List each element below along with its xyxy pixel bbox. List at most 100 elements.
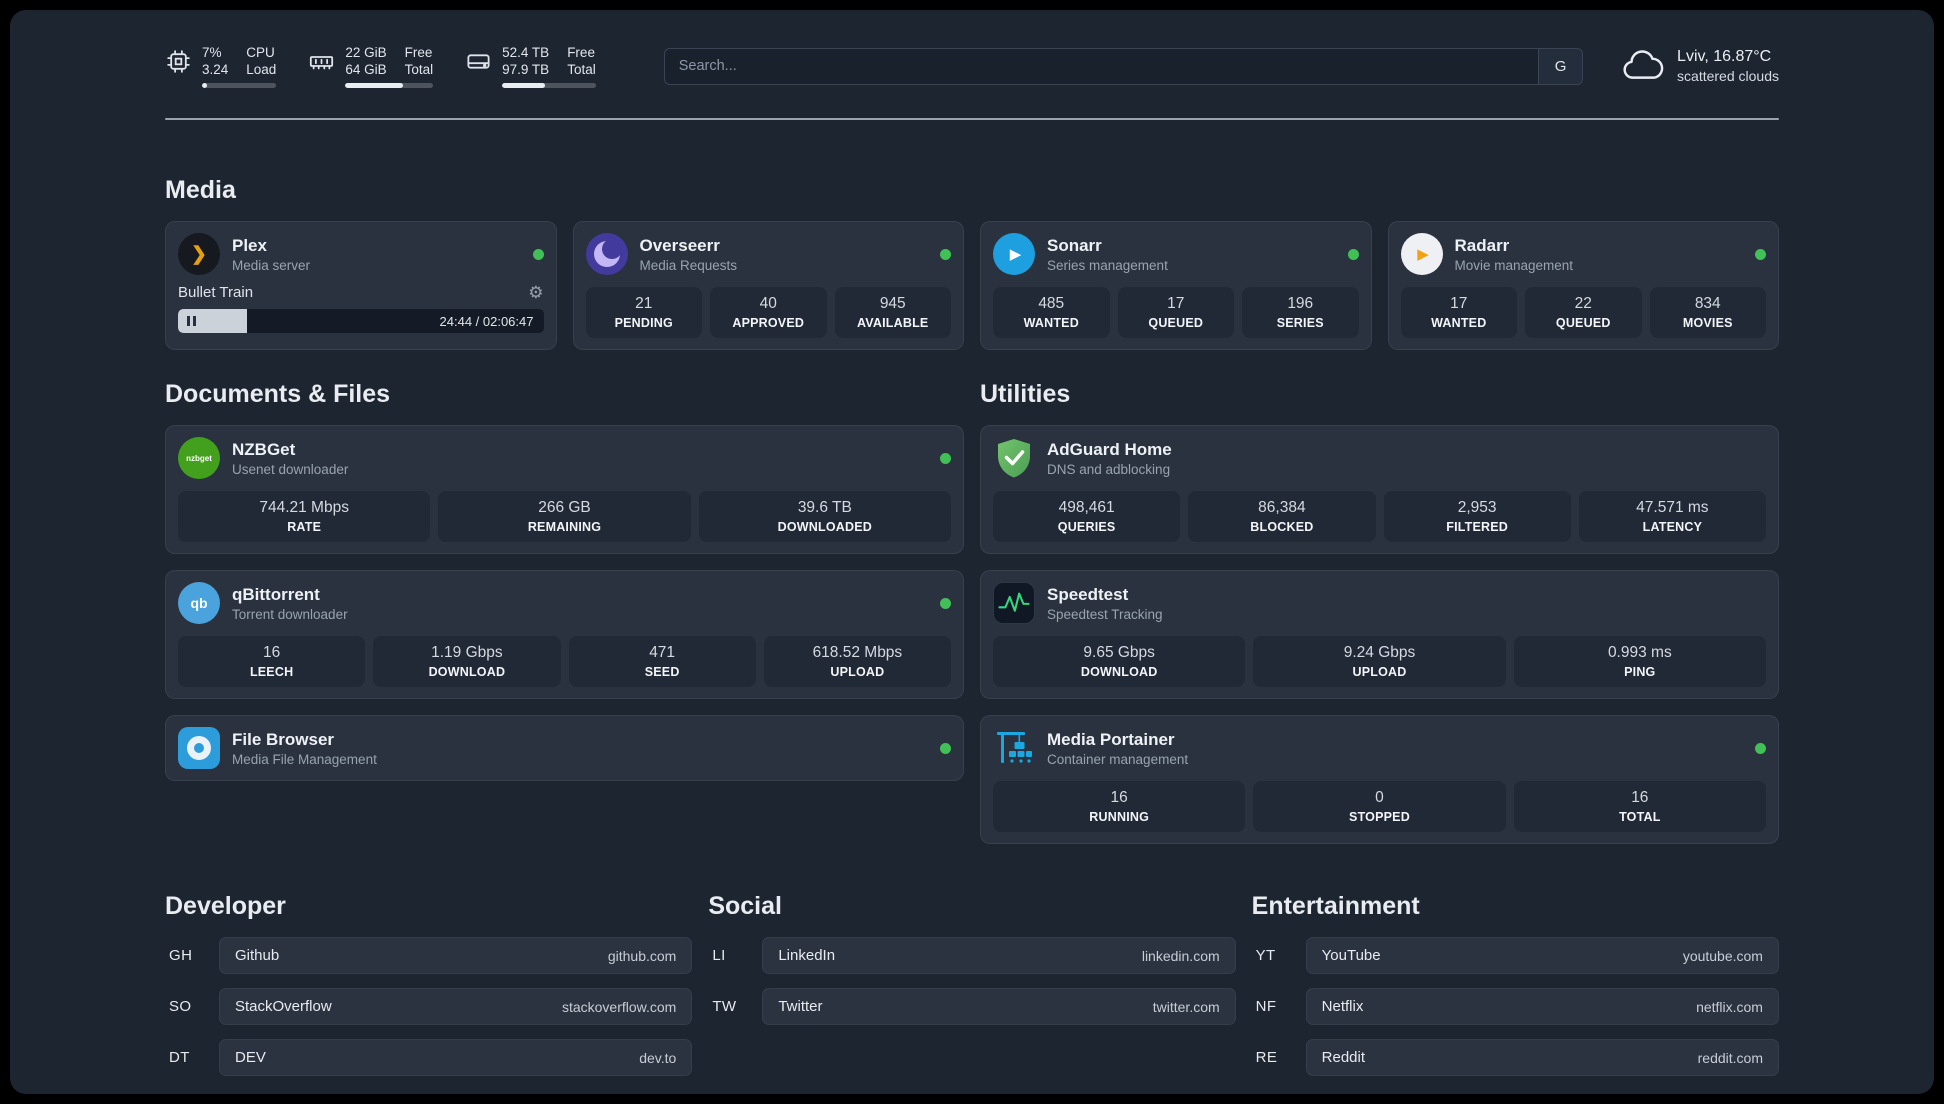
- app-name: Plex: [232, 235, 267, 255]
- link-row-twitter[interactable]: TW Twitter twitter.com: [708, 988, 1236, 1025]
- disk-free-value: 52.4 TB: [502, 45, 550, 60]
- link-row-stackoverflow[interactable]: SO StackOverflow stackoverflow.com: [165, 988, 693, 1025]
- link-row-dev[interactable]: DT DEV dev.to: [165, 1039, 693, 1076]
- stat-value: 0: [1375, 789, 1384, 806]
- cloud-icon: [1619, 48, 1665, 85]
- filebrowser-icon: [178, 727, 220, 769]
- stat-label: TOTAL: [1619, 810, 1661, 824]
- media-section-title: Media: [165, 176, 236, 204]
- plex-app-link[interactable]: ❯ Plex Media server: [178, 233, 544, 275]
- qbittorrent-card: qb qBittorrent Torrent downloader 16 LEE…: [165, 570, 964, 699]
- app-name: NZBGet: [232, 439, 296, 459]
- stat-label: QUEUED: [1555, 316, 1611, 330]
- status-dot: [532, 248, 544, 260]
- speedtest-icon: [993, 582, 1035, 624]
- stat-label: UPLOAD: [830, 665, 885, 679]
- stat-label: DOWNLOAD: [428, 665, 506, 679]
- sonarr-app-link[interactable]: ▶ Sonarr Series management: [993, 233, 1359, 275]
- github-icon: GH: [169, 947, 193, 964]
- stat-value: 266 GB: [538, 499, 591, 516]
- utilities-section-title: Utilities: [980, 380, 1071, 408]
- stat-value: 21: [635, 295, 653, 312]
- sonarr-icon: ▶: [993, 233, 1035, 275]
- app-name: Media Portainer: [1047, 729, 1175, 749]
- stat-value: 9.65 Gbps: [1083, 644, 1155, 661]
- stat-value: 498,461: [1058, 499, 1115, 516]
- search-bar: G: [663, 47, 1584, 85]
- stat-value: 1.19 Gbps: [431, 644, 503, 661]
- stat-value: 39.6 TB: [797, 499, 852, 516]
- linkedin-icon: LI: [712, 947, 726, 964]
- weather-location-temp: Lviv, 16.87°C: [1677, 48, 1772, 65]
- overseerr-app-link[interactable]: Overseerr Media Requests: [585, 233, 951, 275]
- stat-value: 196: [1287, 295, 1314, 312]
- stat-tile: 39.6 TB DOWNLOADED: [698, 491, 951, 542]
- qbittorrent-icon: qb: [178, 582, 220, 624]
- media-progress-bar[interactable]: 24:44 / 02:06:47: [178, 309, 544, 333]
- disk-metric: 52.4 TB 97.9 TB Free Total: [465, 44, 596, 88]
- link-url: dev.to: [639, 1049, 677, 1066]
- cpu-label: CPU: [246, 45, 275, 60]
- link-url: github.com: [607, 947, 677, 964]
- media-section: Media ❯ Plex Media server Bullet Train ⚙: [165, 176, 1779, 350]
- qbittorrent-app-link[interactable]: qb qBittorrent Torrent downloader: [178, 582, 951, 624]
- stat-label: DOWNLOADED: [777, 520, 872, 534]
- link-row-youtube[interactable]: YT YouTube youtube.com: [1252, 937, 1779, 974]
- link-name: YouTube: [1321, 947, 1381, 964]
- link-row-linkedin[interactable]: LI LinkedIn linkedin.com: [708, 937, 1236, 974]
- app-subtitle: DNS and adblocking: [1047, 461, 1171, 477]
- stat-label: SERIES: [1276, 316, 1324, 330]
- status-dot: [940, 248, 951, 260]
- app-subtitle: Movie management: [1454, 257, 1574, 273]
- app-name: File Browser: [232, 729, 335, 749]
- ram-progress-fill: [345, 83, 404, 88]
- portainer-icon: [993, 727, 1035, 769]
- twitter-icon: TW: [712, 998, 737, 1015]
- portainer-app-link[interactable]: Media Portainer Container management: [993, 727, 1766, 769]
- link-row-github[interactable]: GH Github github.com: [165, 937, 693, 974]
- nzbget-app-link[interactable]: nzbget NZBGet Usenet downloader: [178, 437, 951, 479]
- search-engine-button[interactable]: G: [1538, 48, 1583, 84]
- netflix-icon: NF: [1255, 998, 1277, 1015]
- stat-tile: 9.24 Gbps UPLOAD: [1253, 636, 1506, 687]
- filebrowser-app-link[interactable]: File Browser Media File Management: [178, 727, 951, 769]
- app-subtitle: Media server: [232, 257, 311, 273]
- stat-label: RATE: [287, 520, 322, 534]
- gear-icon[interactable]: ⚙: [528, 284, 543, 301]
- stat-value: 485: [1038, 295, 1065, 312]
- pause-icon[interactable]: [187, 316, 196, 326]
- adguard-app-link[interactable]: AdGuard Home DNS and adblocking: [993, 437, 1766, 479]
- weather-widget: Lviv, 16.87°C scattered clouds: [1619, 48, 1779, 85]
- disk-total-label: Total: [567, 62, 596, 77]
- stat-label: LEECH: [249, 665, 294, 679]
- plex-icon: ❯: [178, 233, 220, 275]
- stat-tile: 266 GB REMAINING: [438, 491, 691, 542]
- link-row-netflix[interactable]: NF Netflix netflix.com: [1252, 988, 1779, 1025]
- search-input[interactable]: [664, 48, 1539, 84]
- link-url: netflix.com: [1696, 998, 1763, 1015]
- link-name: Twitter: [778, 998, 823, 1015]
- speedtest-app-link[interactable]: Speedtest Speedtest Tracking: [993, 582, 1766, 624]
- app-name: Radarr: [1454, 235, 1510, 255]
- ram-metric: 22 GiB 64 GiB Free Total: [308, 44, 434, 88]
- link-name: Reddit: [1321, 1049, 1366, 1066]
- now-playing-title: Bullet Train: [178, 284, 254, 301]
- link-row-reddit[interactable]: RE Reddit reddit.com: [1252, 1039, 1779, 1076]
- app-name: AdGuard Home: [1047, 439, 1172, 459]
- radarr-card: ▶ Radarr Movie management 17 WANTED 22 Q…: [1387, 221, 1779, 350]
- disk-free-label: Free: [567, 45, 595, 60]
- radarr-icon: ▶: [1400, 233, 1443, 275]
- ram-free-value: 22 GiB: [345, 45, 387, 60]
- app-name: Sonarr: [1047, 235, 1102, 255]
- youtube-icon: YT: [1255, 947, 1276, 964]
- developer-section-title: Developer: [165, 892, 286, 920]
- link-name: LinkedIn: [778, 947, 836, 964]
- stat-tile: 471 SEED: [568, 636, 756, 687]
- nzbget-card: nzbget NZBGet Usenet downloader 744.21 M…: [165, 425, 964, 554]
- stat-label: SEED: [644, 665, 680, 679]
- stat-label: FILTERED: [1446, 520, 1509, 534]
- stat-label: STOPPED: [1349, 810, 1410, 824]
- disk-total-value: 97.9 TB: [502, 62, 550, 77]
- radarr-app-link[interactable]: ▶ Radarr Movie management: [1400, 233, 1766, 275]
- status-dot: [1755, 248, 1766, 260]
